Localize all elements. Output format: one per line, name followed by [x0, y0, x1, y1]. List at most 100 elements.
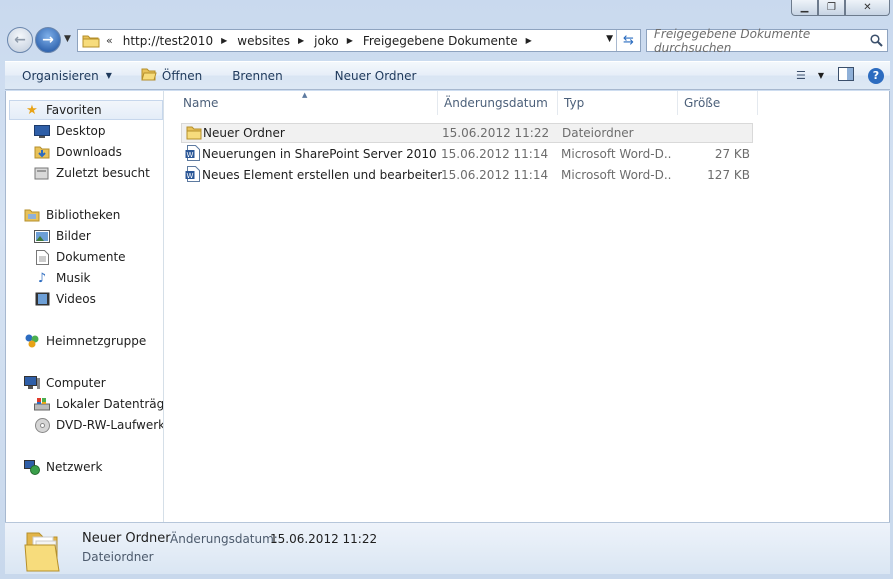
- file-row[interactable]: W Neuerungen in SharePoint Server 2010 1…: [181, 144, 753, 164]
- details-date: 15.06.2012 11:22: [270, 532, 378, 546]
- organize-menu-button[interactable]: Organisieren ▼: [5, 62, 124, 89]
- file-name: Neues Element erstellen und bearbeiten: [202, 168, 442, 182]
- burn-label: Brennen: [232, 68, 283, 83]
- nav-item-music[interactable]: ♪ Musik: [34, 268, 91, 288]
- nav-item-local-disk[interactable]: Lokaler Datenträger: [34, 394, 164, 414]
- column-header-type[interactable]: Typ: [558, 91, 678, 115]
- new-folder-button[interactable]: Neuer Ordner: [295, 62, 429, 89]
- nav-item-recent[interactable]: Zuletzt besucht: [34, 163, 150, 183]
- breadcrumb-arrow-icon[interactable]: ▶: [217, 36, 233, 45]
- navigation-pane: ★ Favoriten Desktop Downloads Zuletzt be…: [6, 91, 164, 522]
- nav-item-videos[interactable]: Videos: [34, 289, 96, 309]
- computer-icon: [24, 375, 40, 391]
- burn-button[interactable]: Brennen: [214, 62, 294, 89]
- breadcrumb-label: joko: [314, 33, 339, 48]
- change-view-button[interactable]: ☰ ▼: [796, 69, 824, 82]
- nav-item-homegroup[interactable]: Heimnetzgruppe: [24, 331, 146, 351]
- view-controls: ☰ ▼ ?: [796, 62, 884, 89]
- breadcrumb-websites[interactable]: websites ▶: [233, 34, 310, 48]
- breadcrumb-arrow-icon[interactable]: ▶: [294, 36, 310, 45]
- file-name: Neuerungen in SharePoint Server 2010: [202, 147, 437, 161]
- homegroup-icon: [24, 333, 40, 349]
- nav-item-network[interactable]: Netzwerk: [24, 457, 102, 477]
- content-area: ★ Favoriten Desktop Downloads Zuletzt be…: [5, 91, 890, 522]
- new-folder-label: Neuer Ordner: [334, 68, 417, 83]
- column-header-name[interactable]: Name: [177, 91, 438, 115]
- breadcrumb-arrow-icon[interactable]: ▶: [343, 36, 359, 45]
- nav-label: Netzwerk: [46, 460, 103, 474]
- details-date-label: Änderungsdatum:: [170, 532, 278, 546]
- column-header-size[interactable]: Größe: [678, 91, 758, 115]
- file-size: 27 KB: [714, 147, 750, 161]
- refresh-button[interactable]: ⇆: [616, 30, 640, 51]
- nav-item-favorites[interactable]: ★ Favoriten: [9, 100, 163, 120]
- nav-label: Lokaler Datenträger: [56, 397, 164, 411]
- minimize-button[interactable]: ▁: [791, 0, 818, 16]
- folder-thumbnail-icon: [23, 527, 63, 573]
- nav-label: Heimnetzgruppe: [46, 334, 147, 348]
- nav-label: Zuletzt besucht: [56, 166, 150, 180]
- file-type: Microsoft Word-D...: [561, 168, 671, 182]
- breadcrumb-label: Freigegebene Dokumente: [362, 33, 518, 48]
- open-button[interactable]: Öffnen: [124, 62, 214, 89]
- dvd-drive-icon: [34, 417, 50, 433]
- forward-button[interactable]: →: [35, 27, 61, 53]
- folder-icon: [82, 34, 100, 48]
- star-icon: ★: [26, 102, 38, 118]
- nav-item-pictures[interactable]: Bilder: [34, 226, 91, 246]
- nav-item-libraries[interactable]: Bibliotheken: [24, 205, 120, 225]
- svg-text:W: W: [187, 151, 194, 159]
- search-placeholder: Freigegebene Dokumente durchsuchen: [654, 26, 811, 55]
- nav-label: Downloads: [56, 145, 122, 159]
- nav-item-dvd-drive[interactable]: DVD-RW-Laufwerk (: [34, 415, 164, 435]
- close-button[interactable]: ✕: [845, 0, 890, 16]
- downloads-folder-icon: [34, 144, 50, 160]
- address-bar[interactable]: « http://test2010 ▶ websites ▶ joko ▶ Fr…: [77, 29, 641, 52]
- help-button[interactable]: ?: [868, 67, 884, 84]
- nav-label: DVD-RW-Laufwerk (: [56, 418, 164, 432]
- nav-item-desktop[interactable]: Desktop: [34, 121, 106, 141]
- documents-icon: [34, 249, 50, 265]
- breadcrumb-joko[interactable]: joko ▶: [310, 34, 359, 48]
- file-row[interactable]: W Neues Element erstellen und bearbeiten…: [181, 165, 753, 185]
- libraries-icon: [24, 207, 40, 223]
- minimize-icon: ▁: [800, 2, 809, 13]
- hard-drive-icon: [34, 396, 50, 412]
- address-dropdown-icon[interactable]: ▼: [606, 34, 613, 44]
- window-caption-buttons: ▁ ❐ ✕: [791, 0, 890, 16]
- network-icon: [24, 459, 40, 475]
- back-button[interactable]: ←: [7, 27, 33, 53]
- column-header-label: Name: [183, 96, 219, 110]
- history-chevron[interactable]: «: [106, 34, 113, 47]
- organize-label: Organisieren: [22, 68, 99, 83]
- explorer-window: ▁ ❐ ✕ ← → ▼ « http://test2010 ▶ websites…: [0, 0, 893, 579]
- column-header-label: Größe: [684, 96, 721, 110]
- search-input[interactable]: Freigegebene Dokumente durchsuchen: [646, 26, 888, 55]
- file-modified: 15.06.2012 11:22: [442, 126, 550, 140]
- breadcrumb-site[interactable]: http://test2010 ▶: [119, 34, 234, 48]
- column-header-modified[interactable]: Änderungsdatum: [438, 91, 558, 115]
- back-arrow-icon: ←: [14, 32, 26, 48]
- preview-pane-button[interactable]: [838, 67, 854, 84]
- nav-label: Dokumente: [56, 250, 126, 264]
- open-folder-icon: [141, 67, 157, 84]
- details-name: Neuer Ordner: [82, 531, 171, 546]
- close-icon: ✕: [863, 2, 872, 13]
- restore-icon: ❐: [827, 2, 836, 13]
- file-size: 127 KB: [707, 168, 750, 182]
- file-row[interactable]: Neuer Ordner 15.06.2012 11:22 Dateiordne…: [181, 123, 753, 143]
- chevron-down-icon: ▼: [64, 34, 71, 44]
- nav-label: Desktop: [56, 124, 106, 138]
- breadcrumb-shared-documents[interactable]: Freigegebene Dokumente ▶: [359, 34, 538, 48]
- preview-pane-icon: [838, 67, 854, 84]
- recent-pages-button[interactable]: ▼: [64, 34, 71, 44]
- nav-item-downloads[interactable]: Downloads: [34, 142, 122, 162]
- breadcrumb-arrow-icon[interactable]: ▶: [522, 36, 538, 45]
- nav-item-computer[interactable]: Computer: [24, 373, 106, 393]
- nav-item-documents[interactable]: Dokumente: [34, 247, 126, 267]
- column-header-label: Typ: [564, 96, 585, 110]
- file-type: Dateiordner: [562, 126, 634, 140]
- maximize-button[interactable]: ❐: [818, 0, 845, 16]
- svg-text:W: W: [187, 172, 194, 180]
- search-icon[interactable]: [865, 34, 887, 47]
